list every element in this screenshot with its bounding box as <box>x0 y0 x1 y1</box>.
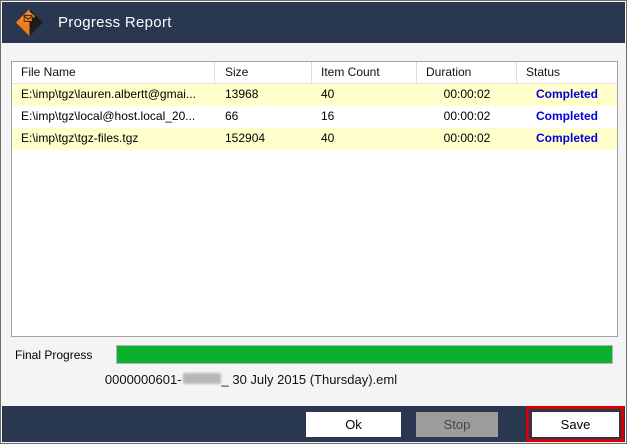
column-header-size[interactable]: Size <box>215 62 312 84</box>
stop-button[interactable]: Stop <box>416 412 498 437</box>
status-cell: Completed <box>517 106 617 128</box>
table-row[interactable]: E:\imp\tgz\lauren.albertt@gmai... 13968 … <box>12 84 617 106</box>
status-cell: Completed <box>517 128 617 150</box>
titlebar[interactable]: Progress Report <box>2 2 625 43</box>
save-button[interactable]: Save <box>532 412 619 437</box>
duration-cell: 00:00:02 <box>417 106 517 128</box>
item-count-cell: 16 <box>312 106 417 128</box>
table-header: File Name Size Item Count Duration Statu… <box>12 62 617 84</box>
progress-report-window: Progress Report File Name Size Item Coun… <box>0 0 627 444</box>
final-progress-label: Final Progress <box>15 348 92 362</box>
redacted-text <box>183 373 221 384</box>
size-cell: 152904 <box>215 128 312 150</box>
ok-button[interactable]: Ok <box>306 412 401 437</box>
current-file-prefix: 0000000601- <box>105 372 182 387</box>
file-name-cell: E:\imp\tgz\lauren.albertt@gmai... <box>12 84 215 106</box>
column-header-duration[interactable]: Duration <box>417 62 517 84</box>
file-name-cell: E:\imp\tgz\tgz-files.tgz <box>12 128 215 150</box>
status-cell: Completed <box>517 84 617 106</box>
size-cell: 13968 <box>215 84 312 106</box>
duration-cell: 00:00:02 <box>417 84 517 106</box>
table-row[interactable]: E:\imp\tgz\tgz-files.tgz 152904 40 00:00… <box>12 128 617 150</box>
column-header-file-name[interactable]: File Name <box>12 62 215 84</box>
item-count-cell: 40 <box>312 84 417 106</box>
item-count-cell: 40 <box>312 128 417 150</box>
progress-fill <box>117 346 612 363</box>
column-header-status[interactable]: Status <box>517 62 617 84</box>
final-progress-bar <box>116 345 613 364</box>
current-file-text: 0000000601- _ 30 July 2015 (Thursday).eml <box>1 372 501 387</box>
current-file-suffix: _ 30 July 2015 (Thursday).eml <box>222 372 398 387</box>
app-logo-icon <box>15 8 44 37</box>
window-title: Progress Report <box>58 14 172 31</box>
file-table: File Name Size Item Count Duration Statu… <box>11 61 618 337</box>
duration-cell: 00:00:02 <box>417 128 517 150</box>
size-cell: 66 <box>215 106 312 128</box>
file-name-cell: E:\imp\tgz\local@host.local_20... <box>12 106 215 128</box>
column-header-item-count[interactable]: Item Count <box>312 62 417 84</box>
table-row[interactable]: E:\imp\tgz\local@host.local_20... 66 16 … <box>12 106 617 128</box>
